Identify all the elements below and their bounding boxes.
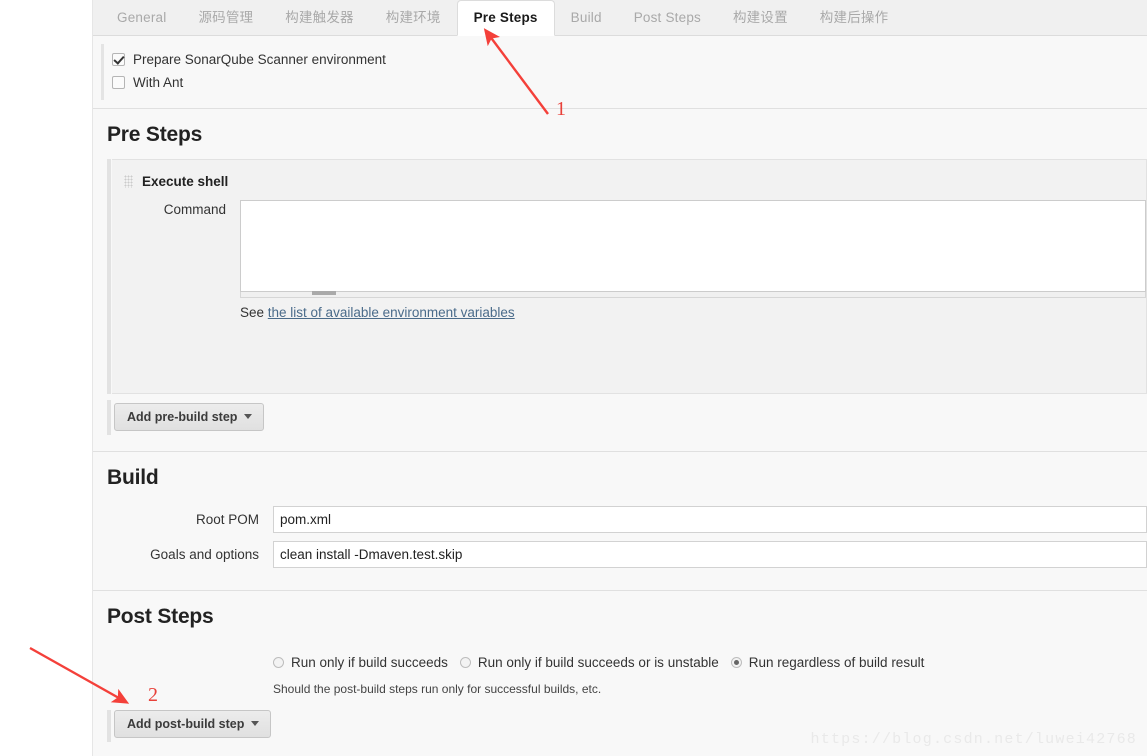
builder-card-execute-shell: Execute shell Command See the list of av… xyxy=(112,159,1147,394)
config-content: Prepare SonarQube Scanner environment Wi… xyxy=(93,36,1147,742)
radio-item-run-only-if-build-succeeds[interactable]: Run only if build succeeds xyxy=(273,655,448,670)
builder-wrap-execute-shell: Execute shell Command See the list of av… xyxy=(107,159,1147,394)
radio-run-regardless-of-build-result[interactable] xyxy=(730,656,742,668)
command-field-row: Command See the list of available enviro… xyxy=(112,200,1146,320)
checkbox-label-with-ant: With Ant xyxy=(133,75,184,90)
section-title-post-steps: Post Steps xyxy=(107,605,214,628)
add-pre-build-indent-bar xyxy=(107,400,111,435)
radio-label-run-only-if-build-succeeds-or-unstable: Run only if build succeeds or is unstabl… xyxy=(477,654,719,670)
label-goals-and-options: Goals and options xyxy=(150,547,259,562)
checkbox-label-sonarqube: Prepare SonarQube Scanner environment xyxy=(133,52,386,67)
command-textarea-wrap: See the list of available environment va… xyxy=(240,200,1146,320)
config-column: General 源码管理 构建触发器 构建环境 Pre Steps Build … xyxy=(93,0,1147,756)
input-root-pom[interactable] xyxy=(273,506,1147,533)
radio-run-only-if-build-succeeds[interactable] xyxy=(273,656,284,668)
tab-build-settings[interactable]: 构建设置 xyxy=(717,0,804,36)
config-tab-bar: General 源码管理 构建触发器 构建环境 Pre Steps Build … xyxy=(93,0,1147,36)
tab-build-triggers[interactable]: 构建触发器 xyxy=(269,0,370,36)
add-pre-build-step-label: Add pre-build step xyxy=(127,410,238,424)
build-environment-block: Prepare SonarQube Scanner environment Wi… xyxy=(93,36,1147,109)
env-indent-bar xyxy=(101,44,104,100)
tab-post-build-actions[interactable]: 构建后操作 xyxy=(804,0,905,36)
textarea-resize-handle[interactable] xyxy=(240,291,1146,298)
annotation-number-1: 1 xyxy=(556,98,566,120)
section-title-build: Build xyxy=(107,466,159,489)
chevron-down-icon xyxy=(244,414,253,419)
pre-steps-body: Execute shell Command See the list of av… xyxy=(93,159,1147,451)
radio-label-run-only-if-build-succeeds: Run only if build succeeds xyxy=(291,654,448,670)
field-row-goals-and-options: Goals and options xyxy=(93,537,1147,572)
label-root-pom: Root POM xyxy=(195,512,259,527)
tab-build[interactable]: Build xyxy=(555,0,618,36)
builder-indent-bar xyxy=(107,159,111,394)
jenkins-job-config-page: General 源码管理 构建触发器 构建环境 Pre Steps Build … xyxy=(0,0,1147,756)
add-post-build-indent-bar xyxy=(107,710,111,742)
radio-item-run-only-if-build-succeeds-or-unstable[interactable]: Run only if build succeeds or is unstabl… xyxy=(459,654,719,670)
field-row-root-pom: Root POM xyxy=(93,502,1147,537)
checkbox-prepare-sonarqube-scanner-environment[interactable] xyxy=(112,53,125,66)
command-help-text: See the list of available environment va… xyxy=(240,298,1146,320)
command-label: Command xyxy=(163,202,226,217)
add-post-build-step-button[interactable]: Add post-build step xyxy=(114,710,272,738)
radio-item-run-regardless-of-build-result[interactable]: Run regardless of build result xyxy=(730,654,925,670)
watermark-url: https://blog.csdn.net/luwei42768 xyxy=(810,731,1137,748)
tab-general[interactable]: General xyxy=(101,0,182,36)
chevron-down-icon xyxy=(251,721,260,726)
post-steps-body: Run only if build succeeds Run only if b… xyxy=(93,641,1147,742)
annotation-number-2: 2 xyxy=(148,684,158,706)
tab-post-steps[interactable]: Post Steps xyxy=(618,0,717,36)
tab-pre-steps[interactable]: Pre Steps xyxy=(456,0,555,36)
tab-source-code-management[interactable]: 源码管理 xyxy=(182,0,269,36)
builder-header: Execute shell xyxy=(112,160,1146,200)
input-goals-and-options[interactable] xyxy=(273,541,1147,568)
add-pre-build-step-row: Add pre-build step xyxy=(93,394,1147,441)
radio-run-only-if-build-succeeds-or-unstable[interactable] xyxy=(459,656,471,668)
builder-title-execute-shell: Execute shell xyxy=(142,173,229,189)
post-steps-help-text: Should the post-build steps run only for… xyxy=(273,682,602,696)
checkbox-row-with-ant[interactable]: With Ant xyxy=(93,71,1147,94)
build-body: Root POM Goals and options xyxy=(93,502,1147,590)
left-gutter xyxy=(0,0,93,756)
environment-variables-link[interactable]: the list of available environment variab… xyxy=(268,305,515,320)
tab-build-environment[interactable]: 构建环境 xyxy=(370,0,457,36)
section-title-pre-steps: Pre Steps xyxy=(107,123,203,146)
checkbox-row-sonarqube[interactable]: Prepare SonarQube Scanner environment xyxy=(93,48,1147,71)
checkbox-with-ant[interactable] xyxy=(112,76,125,89)
post-steps-radio-group: Run only if build succeeds Run only if b… xyxy=(93,651,1147,673)
add-post-build-step-label: Add post-build step xyxy=(127,717,245,731)
command-textarea[interactable] xyxy=(240,200,1146,292)
add-pre-build-step-button[interactable]: Add pre-build step xyxy=(114,403,265,431)
command-help-prefix: See xyxy=(240,305,268,320)
drag-grip-icon[interactable] xyxy=(124,174,133,188)
radio-label-run-regardless-of-build-result: Run regardless of build result xyxy=(748,654,925,670)
